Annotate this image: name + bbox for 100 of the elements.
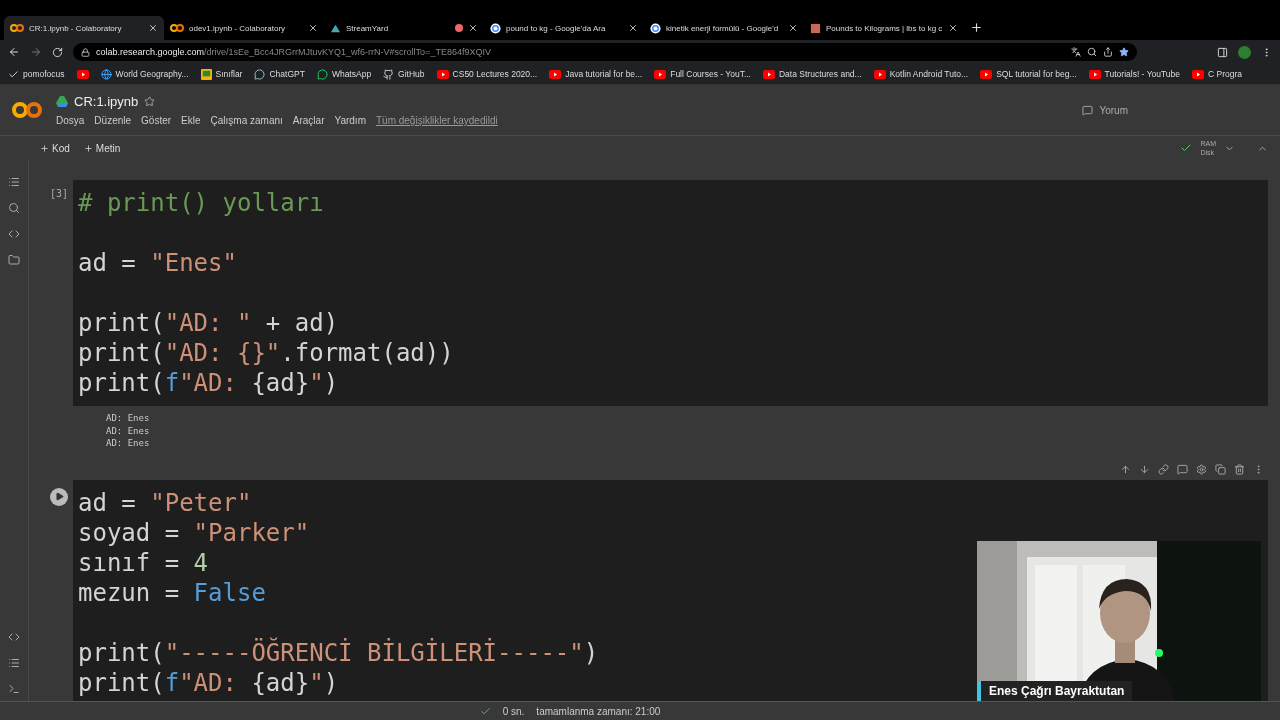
menu-item[interactable]: Dosya	[56, 115, 85, 126]
command-palette-icon[interactable]	[8, 657, 20, 669]
translate-icon[interactable]	[1071, 47, 1081, 57]
menu-item[interactable]: Düzenle	[94, 115, 132, 126]
execution-count: [3]	[49, 188, 69, 199]
terminal-icon[interactable]	[8, 683, 20, 695]
share-icon[interactable]	[1103, 47, 1113, 57]
youtube-icon	[873, 69, 886, 79]
code-line: print("AD: {}".format(ad))	[78, 339, 454, 367]
star-icon[interactable]	[144, 96, 156, 107]
bookmark[interactable]: Java tutorial for be...	[549, 69, 643, 79]
menu-item[interactable]: Ekle	[181, 115, 201, 126]
bookmark-star-icon[interactable]	[1119, 47, 1129, 57]
bookmark[interactable]: Kotlin Android Tuto...	[873, 69, 969, 79]
bookmark[interactable]: CS50 Lectures 2020...	[436, 69, 538, 79]
menu-item[interactable]: Yardım	[334, 115, 366, 126]
page-icon	[810, 22, 821, 34]
code-line: print("-----ÖĞRENCİ BİLGİLERİ-----")	[78, 638, 599, 667]
comment-button[interactable]: Yorum	[1082, 104, 1128, 116]
menu-item[interactable]: Araçlar	[292, 115, 325, 126]
code-line: sınıf = 4	[78, 548, 209, 577]
side-panel-icon[interactable]	[1217, 46, 1228, 58]
bookmark[interactable]: Sınıflar	[200, 68, 243, 80]
github-icon	[383, 68, 395, 80]
done-icon	[479, 705, 491, 717]
bookmark[interactable]	[76, 69, 89, 79]
url-text: colab.research.google.com/drive/1sEe_Bcc4JRGrrMJtuvKYQ1_wf6-rrN-V#scrollTo=_TE864f9XQIV	[96, 47, 491, 57]
bookmark[interactable]: Data Structures and...	[763, 69, 862, 79]
menu-item[interactable]: Göster	[141, 115, 172, 126]
run-button[interactable]	[50, 487, 68, 506]
bookmark[interactable]: C Progra	[1192, 69, 1243, 79]
speaker-name: Enes Çağrı Bayraktutan	[977, 681, 1133, 701]
code-snippets-icon[interactable]	[8, 631, 20, 643]
settings-icon[interactable]	[1196, 463, 1207, 475]
close-icon[interactable]	[148, 23, 158, 33]
run-duration: 0 sn.	[502, 705, 525, 717]
add-cell-button[interactable]: Kod	[40, 142, 70, 154]
bookmark[interactable]: Tutorials! - YouTube	[1088, 69, 1181, 79]
chat-icon	[254, 68, 266, 80]
plus-icon	[83, 143, 93, 153]
browser-tab[interactable]: CR:1.ipynb - Colaboratory	[4, 16, 164, 40]
output-line: AD: Enes	[106, 412, 151, 425]
comment-icon[interactable]	[1177, 463, 1188, 475]
output-line: AD: Enes	[106, 437, 151, 450]
output-line: AD: Enes	[106, 424, 151, 437]
classroom-icon	[200, 68, 212, 80]
check-icon	[8, 68, 19, 80]
drive-icon	[56, 96, 68, 107]
youtube-icon	[1088, 69, 1101, 79]
google-icon	[650, 22, 661, 34]
code-line: soyad = "Parker"	[78, 518, 310, 547]
code-line: print("AD: " + ad)	[78, 309, 339, 337]
bookmark[interactable]: GitHub	[383, 68, 425, 80]
close-icon[interactable]	[628, 23, 638, 33]
notebook-title[interactable]: CR:1.ipynb	[74, 94, 139, 109]
bookmark[interactable]: Full Courses - YouT...	[654, 69, 751, 79]
completion-time: tamamlanma zamanı: 21:00	[536, 705, 661, 717]
delete-icon[interactable]	[1234, 463, 1245, 475]
saved-status-link[interactable]: Tüm değişiklikler kaydedildi	[375, 115, 498, 126]
contents-icon[interactable]	[8, 176, 20, 188]
address-field[interactable]: colab.research.google.com/drive/1sEe_Bcc4JRGrrMJtuvKYQ1_wf6-rrN-V#scrollTo=_TE864f9XQIV	[73, 43, 1137, 61]
code-line: print(f"AD: {ad}")	[78, 369, 339, 397]
bookmark[interactable]: SQL tutorial for beg...	[980, 69, 1077, 79]
bookmark[interactable]: WhatsApp	[316, 68, 372, 80]
youtube-icon	[980, 69, 993, 79]
plus-icon	[40, 143, 49, 153]
move-down-icon[interactable]	[1139, 463, 1150, 475]
bookmark[interactable]: pomofocus	[8, 68, 65, 80]
bookmark[interactable]: ChatGPT	[254, 68, 305, 80]
connected-icon	[1180, 142, 1193, 154]
close-icon[interactable]	[308, 23, 318, 33]
search-icon[interactable]	[8, 202, 20, 214]
zoom-icon[interactable]	[1087, 47, 1097, 57]
youtube-icon	[549, 69, 562, 79]
code-line: print(f"AD: {ad}")	[78, 668, 339, 697]
bookmark[interactable]: World Geography...	[100, 68, 189, 80]
code-line: # print() yolları	[78, 189, 324, 217]
colab-logo	[12, 101, 42, 119]
new-tab-icon[interactable]	[970, 21, 983, 34]
code-editor[interactable]: # print() yolları ad = "Enes" print("AD: " + ad) print("AD: {}".format(ad)) print(f"AD: {ad}")	[73, 180, 1268, 406]
move-up-icon[interactable]	[1120, 463, 1131, 475]
link-icon[interactable]	[1158, 463, 1169, 475]
avatar-icon[interactable]	[1238, 45, 1251, 59]
code-line: ad = "Enes"	[78, 249, 237, 277]
colab-icon	[10, 24, 24, 32]
back-icon[interactable]	[8, 46, 20, 58]
close-icon[interactable]	[788, 23, 798, 33]
code-line: ad = "Peter"	[78, 488, 252, 517]
close-icon[interactable]	[468, 23, 478, 33]
globe-icon	[100, 68, 112, 80]
comment-icon	[1082, 104, 1094, 116]
play-icon	[54, 492, 64, 501]
folder-icon[interactable]	[8, 254, 20, 266]
reload-icon[interactable]	[52, 46, 63, 58]
colab-icon	[170, 24, 184, 32]
menu-item[interactable]: Çalışma zamanı	[210, 115, 283, 126]
close-icon[interactable]	[948, 23, 958, 33]
add-cell-button[interactable]: Metin	[83, 142, 121, 154]
variables-icon[interactable]	[8, 228, 20, 240]
youtube-icon	[763, 69, 775, 79]
